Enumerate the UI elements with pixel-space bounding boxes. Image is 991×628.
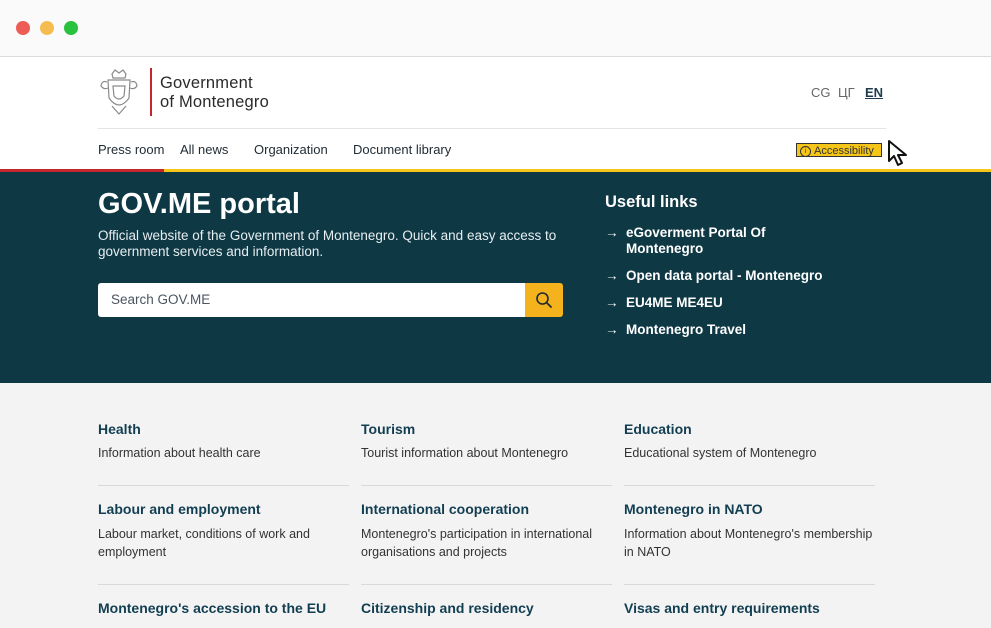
language-cyrillic-link[interactable]: ЦГ (838, 85, 855, 100)
card-labour-description: Labour market, conditions of work and em… (98, 527, 310, 559)
card-education-title[interactable]: Education (624, 421, 692, 437)
useful-link-label: Montenegro Travel (626, 322, 747, 337)
header-divider (98, 128, 886, 129)
site-logo-text[interactable]: Government of Montenegro (160, 74, 269, 112)
search-input[interactable]: Search GOV.ME (98, 283, 526, 317)
useful-link-label: EU4ME ME4EU (626, 295, 723, 310)
card-education-description: Educational system of Montenegro (624, 446, 817, 460)
card-labour-title[interactable]: Labour and employment (98, 501, 261, 517)
card-international-cooperation-title[interactable]: International cooperation (361, 501, 529, 517)
language-cg-link[interactable]: CG (811, 85, 831, 100)
minimize-window-button[interactable] (40, 21, 54, 35)
nav-organization[interactable]: Organization (254, 142, 328, 157)
useful-links-heading: Useful links (605, 193, 698, 211)
nav-press-room[interactable]: Press room (98, 142, 164, 157)
card-divider (361, 485, 612, 486)
hero-description: Official website of the Government of Mo… (98, 228, 557, 259)
card-divider (98, 584, 349, 585)
useful-link-open-data[interactable]: → Open data portal - Montenegro (605, 268, 835, 284)
useful-link-eu4me[interactable]: → EU4ME ME4EU (605, 295, 835, 311)
card-tourism-title[interactable]: Tourism (361, 421, 415, 437)
useful-link-label: eGoverment Portal Of Montenegro (626, 225, 766, 256)
card-divider (361, 584, 612, 585)
card-eu-accession-title[interactable]: Montenegro's accession to the EU (98, 600, 326, 616)
logo-line-2: of Montenegro (160, 93, 270, 111)
arrow-right-icon: → (605, 322, 619, 337)
browser-title-bar (0, 0, 991, 57)
card-health-title[interactable]: Health (98, 421, 141, 437)
card-international-cooperation-description: Montenegro's participation in internatio… (361, 527, 592, 559)
logo-divider (150, 68, 152, 116)
search-icon (536, 292, 552, 308)
card-citizenship-title[interactable]: Citizenship and residency (361, 600, 534, 616)
close-window-button[interactable] (16, 21, 30, 35)
arrow-right-icon: → (605, 268, 619, 283)
accessibility-label: Accessibility (814, 145, 874, 157)
mouse-cursor-icon (888, 140, 907, 166)
language-en-link[interactable]: EN (865, 85, 883, 100)
accessibility-icon: i (800, 145, 811, 156)
useful-link-label: Open data portal - Montenegro (626, 268, 823, 283)
coat-of-arms-icon[interactable] (98, 68, 140, 118)
card-visas-title[interactable]: Visas and entry requirements (624, 600, 820, 616)
card-tourism-description: Tourist information about Montenegro (361, 446, 569, 460)
card-nato-description: Information about Montenegro's membershi… (624, 527, 873, 559)
arrow-right-icon: → (605, 225, 619, 240)
maximize-window-button[interactable] (64, 21, 78, 35)
hero-title: GOV.ME portal (98, 188, 300, 220)
nav-all-news[interactable]: All news (180, 142, 228, 157)
card-divider (624, 584, 875, 585)
card-divider (624, 485, 875, 486)
search-button[interactable] (525, 283, 563, 317)
card-divider (98, 485, 349, 486)
arrow-right-icon: → (605, 295, 619, 310)
card-health-description: Information about health care (98, 446, 261, 460)
card-nato-title[interactable]: Montenegro in NATO (624, 501, 763, 517)
useful-link-travel[interactable]: → Montenegro Travel (605, 322, 835, 338)
useful-link-egovernment[interactable]: → eGoverment Portal Of Montenegro (605, 225, 835, 257)
nav-document-library[interactable]: Document library (353, 142, 451, 157)
logo-line-1: Government (160, 74, 253, 92)
accessibility-button[interactable]: i Accessibility (796, 143, 882, 157)
